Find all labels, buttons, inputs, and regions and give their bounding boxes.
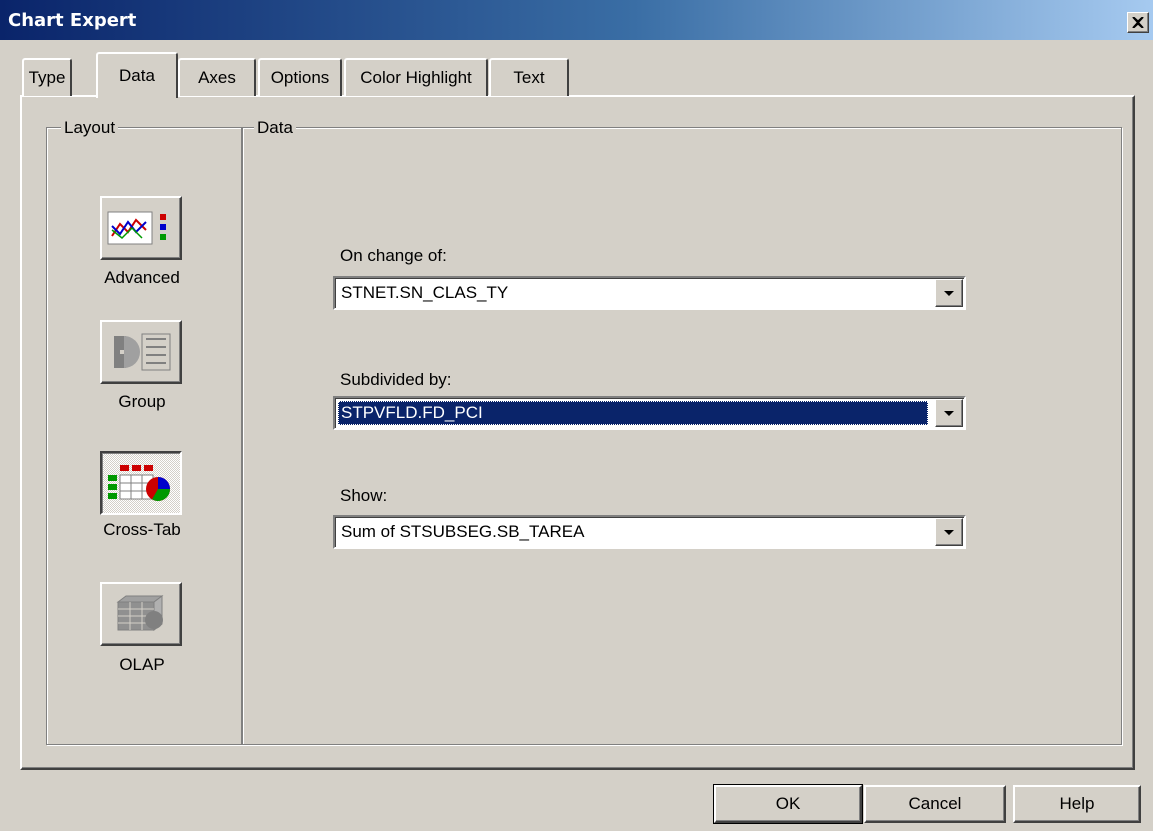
window-title: Chart Expert <box>8 10 137 31</box>
subdivided-by-dropdown[interactable]: STPVFLD.FD_PCI <box>333 396 966 430</box>
advanced-label: Advanced <box>104 268 180 287</box>
group-layout-button[interactable] <box>100 320 182 384</box>
show-label: Show: <box>340 486 388 505</box>
subdivided-by-label: Subdivided by: <box>340 370 452 389</box>
ok-label: OK <box>775 794 801 813</box>
tab-options[interactable]: Options <box>258 58 342 96</box>
on-change-of-dropdown[interactable]: STNET.SN_CLAS_TY <box>333 276 966 310</box>
close-button[interactable] <box>1127 12 1149 33</box>
help-label: Help <box>1059 794 1095 813</box>
data-legend: Data <box>254 118 296 138</box>
tab-type[interactable]: Type <box>22 58 72 96</box>
data-groupbox <box>242 127 1122 745</box>
olap-chart-icon <box>116 595 164 631</box>
on-change-of-value: STNET.SN_CLAS_TY <box>341 283 509 302</box>
chevron-down-icon <box>944 529 954 535</box>
advanced-layout-button[interactable] <box>100 196 182 260</box>
tab-text[interactable]: Text <box>489 58 569 96</box>
subdivided-by-value: STPVFLD.FD_PCI <box>338 401 928 425</box>
cross-tab-label: Cross-Tab <box>103 520 181 539</box>
tab-label: Options <box>270 68 330 87</box>
tab-label: Data <box>119 66 155 85</box>
tab-label: Axes <box>198 68 236 87</box>
close-icon <box>1132 17 1144 28</box>
advanced-chart-icon <box>107 211 166 245</box>
dropdown-arrow-button[interactable] <box>935 518 963 546</box>
layout-legend: Layout <box>61 118 119 138</box>
title-bar: Chart Expert <box>0 0 1153 40</box>
cancel-button[interactable]: Cancel <box>864 785 1006 823</box>
help-button[interactable]: Help <box>1013 785 1141 823</box>
dropdown-arrow-button[interactable] <box>935 279 963 307</box>
tab-axes[interactable]: Axes <box>178 58 256 96</box>
cancel-label: Cancel <box>908 794 962 813</box>
olap-layout-button[interactable] <box>100 582 182 646</box>
on-change-of-label: On change of: <box>340 246 447 265</box>
tab-label: Text <box>513 68 545 87</box>
show-value: Sum of STSUBSEG.SB_TAREA <box>341 522 585 541</box>
tab-color-highlight[interactable]: Color Highlight <box>344 58 488 96</box>
cross-tab-layout-button[interactable] <box>100 451 182 515</box>
tab-data[interactable]: Data <box>96 52 178 98</box>
tab-label: Color Highlight <box>360 68 472 87</box>
tab-label: Type <box>28 68 66 87</box>
cross-tab-chart-icon <box>108 465 170 502</box>
chevron-down-icon <box>944 290 954 296</box>
dropdown-arrow-button[interactable] <box>935 399 963 427</box>
group-label: Group <box>118 392 166 411</box>
show-dropdown[interactable]: Sum of STSUBSEG.SB_TAREA <box>333 515 966 549</box>
ok-button[interactable]: OK <box>713 784 863 824</box>
group-chart-icon <box>114 333 171 371</box>
olap-label: OLAP <box>119 655 165 674</box>
chevron-down-icon <box>944 410 954 416</box>
